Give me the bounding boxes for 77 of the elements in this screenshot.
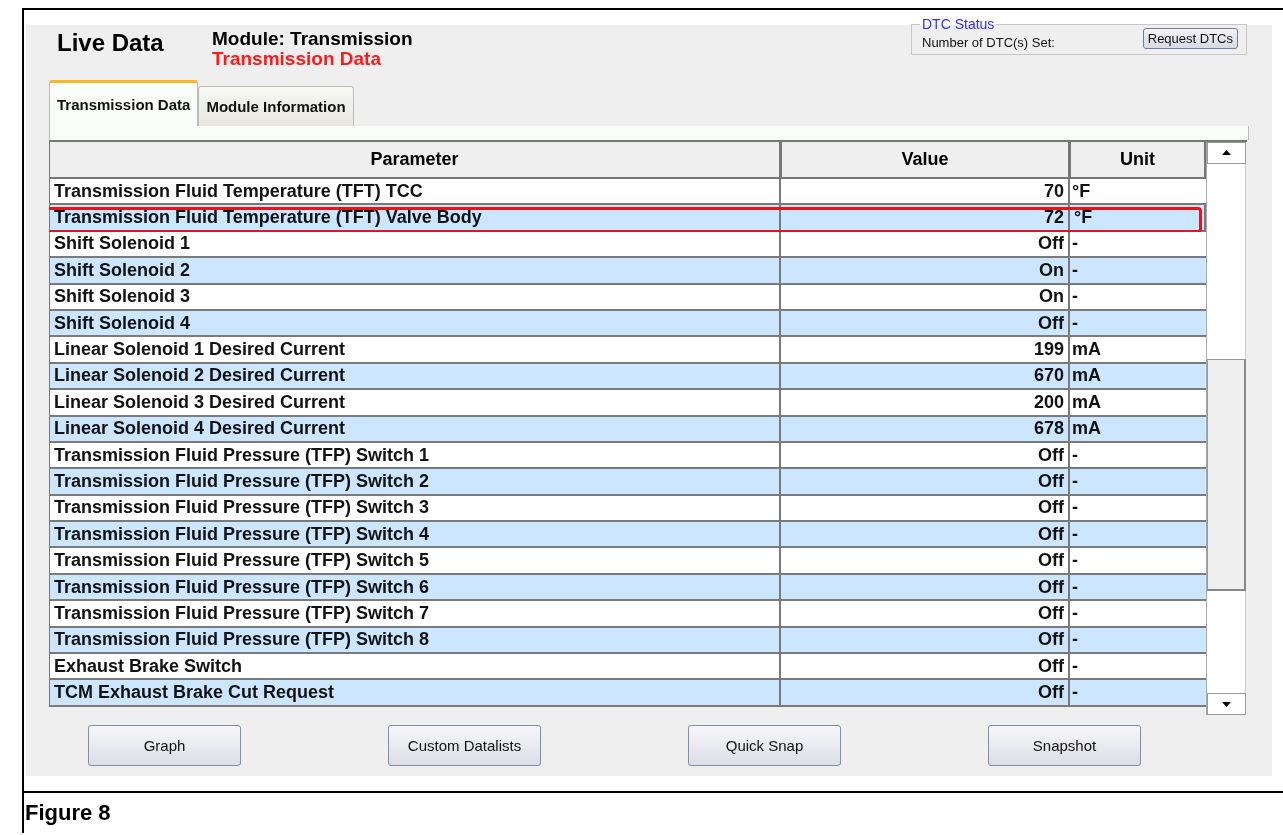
table-cell: 200 (781, 390, 1070, 417)
dataset-name: Transmission Data (212, 49, 382, 69)
module-name: Module: Transmission (212, 28, 413, 49)
tab[interactable]: Module Information (198, 86, 354, 126)
table-cell: Linear Solenoid 1 Desired Current (49, 337, 781, 364)
table-cell: - (1070, 601, 1206, 628)
table-cell: Transmission Fluid Pressure (TFP) Switch 2 (49, 469, 781, 496)
table-cell: Transmission Fluid Pressure (TFP) Switch 3 (49, 495, 781, 523)
table-cell: - (1070, 522, 1206, 549)
column-header[interactable]: Value (781, 142, 1070, 179)
table-cell: Transmission Fluid Temperature (TFT) TCC (49, 179, 781, 206)
dtc-count-label: Number of DTC(s) Set: (922, 35, 1055, 50)
action-button[interactable]: Quick Snap (688, 725, 841, 766)
table-cell: Off (781, 442, 1070, 470)
figure-caption: Figure 8 (25, 800, 111, 826)
table-cell: - (1070, 310, 1206, 338)
table-cell: Transmission Fluid Pressure (TFP) Switch 6 (49, 574, 781, 602)
table-cell: Transmission Fluid Pressure (TFP) Switch 8 (49, 627, 781, 655)
table-cell: Transmission Fluid Pressure (TFP) Switch 7 (49, 601, 781, 628)
table-cell: Off (781, 574, 1070, 602)
table-cell: Off (781, 627, 1070, 655)
table-cell: Shift Solenoid 4 (49, 310, 781, 338)
table-cell: - (1070, 469, 1206, 496)
table-cell: Linear Solenoid 3 Desired Current (49, 390, 781, 417)
table-cell: Off (781, 469, 1070, 496)
table-cell: - (1070, 654, 1206, 681)
scrollbar[interactable] (1206, 142, 1246, 715)
table-cell: Linear Solenoid 4 Desired Current (49, 416, 781, 443)
table-cell: On (781, 284, 1070, 311)
table-cell: Shift Solenoid 2 (49, 258, 781, 285)
table-cell: - (1070, 284, 1206, 311)
table-cell: TCM Exhaust Brake Cut Request (49, 680, 781, 707)
action-button[interactable]: Snapshot (988, 725, 1141, 766)
table-cell: - (1070, 231, 1206, 259)
table-cell: 670 (781, 363, 1070, 391)
scroll-down-icon[interactable] (1222, 701, 1231, 707)
table-cell: Shift Solenoid 3 (49, 284, 781, 311)
table-cell: Off (781, 522, 1070, 549)
action-button[interactable]: Graph (88, 725, 241, 766)
table-cell: Off (781, 310, 1070, 338)
table-cell: 678 (781, 416, 1070, 443)
table-cell: Transmission Fluid Pressure (TFP) Switch 4 (49, 522, 781, 549)
table-cell: - (1070, 258, 1206, 285)
table-cell: 70 (781, 179, 1070, 206)
table-cell: Off (781, 495, 1070, 523)
column-header[interactable]: Unit (1070, 142, 1206, 179)
table-cell: Transmission Fluid Pressure (TFP) Switch 1 (49, 442, 781, 470)
table-cell: - (1070, 627, 1206, 655)
scroll-up-icon[interactable] (1222, 150, 1231, 156)
table-cell: - (1070, 680, 1206, 707)
table-cell: Shift Solenoid 1 (49, 231, 781, 259)
table-cell: Linear Solenoid 2 Desired Current (49, 363, 781, 391)
tab[interactable]: Transmission Data (49, 80, 199, 126)
table-cell: On (781, 258, 1070, 285)
table-cell: - (1070, 574, 1206, 602)
table-cell: - (1070, 548, 1206, 575)
scroll-thumb[interactable] (1207, 358, 1246, 591)
group-legend: DTC Status (920, 17, 997, 31)
table-cell: Transmission Fluid Pressure (TFP) Switch 5 (49, 548, 781, 575)
table-cell: mA (1070, 337, 1206, 364)
table-cell: mA (1070, 363, 1206, 391)
table-cell: Off (781, 601, 1070, 628)
table-cell: Off (781, 680, 1070, 707)
table-cell: - (1070, 442, 1206, 470)
page-title: Live Data (57, 29, 165, 57)
table-cell: Exhaust Brake Switch (49, 654, 781, 681)
table-cell: - (1070, 495, 1206, 523)
action-button[interactable]: Custom Datalists (388, 725, 541, 766)
table-cell: Off (781, 548, 1070, 575)
table-cell: mA (1070, 416, 1206, 443)
table-cell: mA (1070, 390, 1206, 417)
column-header[interactable]: Parameter (49, 142, 781, 179)
table-cell: °F (1070, 179, 1206, 206)
table-cell: 199 (781, 337, 1070, 364)
table-cell: Off (781, 654, 1070, 681)
request-dtcs-button[interactable]: Request DTCs (1142, 28, 1238, 49)
table-cell: Off (781, 231, 1070, 259)
